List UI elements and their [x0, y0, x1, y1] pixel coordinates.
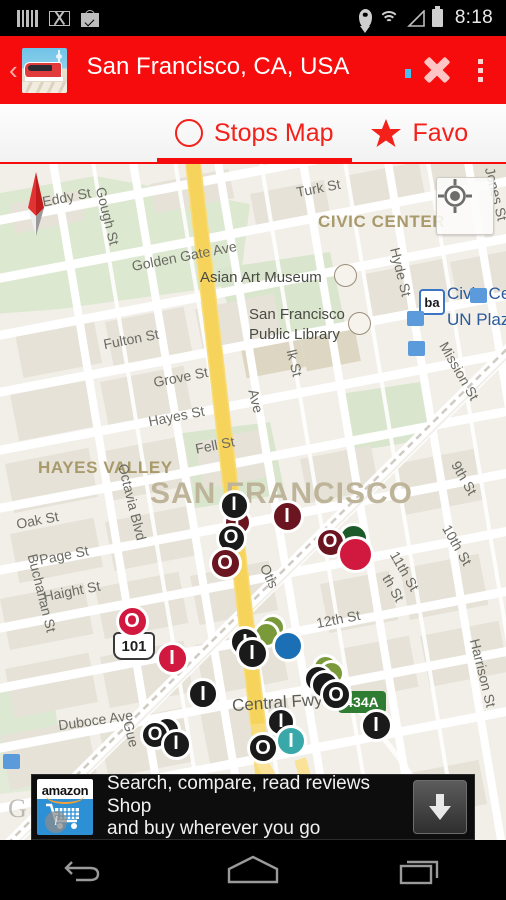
ad-text-line2: and buy wherever you go — [107, 818, 321, 840]
google-watermark: G — [8, 794, 27, 823]
stops-map[interactable]: Eddy St Gough St Golden Gate Ave Turk St… — [0, 164, 506, 840]
map-stop-marker-label: O — [328, 683, 344, 706]
tram-app-icon — [21, 47, 67, 93]
map-stop-marker[interactable]: I — [359, 708, 393, 742]
ad-info-badge[interactable]: i — [45, 811, 67, 833]
my-location-button[interactable] — [436, 177, 494, 235]
transit-stop-icon — [407, 311, 424, 326]
map-stop-marker-label: I — [231, 494, 237, 515]
map-stop-marker[interactable]: I — [155, 641, 189, 675]
amazon-app-icon: amazon i — [37, 779, 93, 835]
clear-search-icon[interactable] — [414, 47, 460, 93]
status-system-icons: 8:18 — [358, 6, 506, 29]
ad-text-line1: Search, compare, read reviews Shop — [107, 773, 370, 817]
tab-bar: Stops Map Favo — [0, 104, 506, 164]
map-stop-marker[interactable]: I — [235, 636, 269, 670]
transit-stop-icon — [3, 754, 20, 769]
back-button[interactable] — [42, 845, 126, 895]
map-stop-marker[interactable]: O — [208, 546, 242, 580]
search-field-wrapper — [82, 53, 408, 87]
map-stop-marker-label: I — [173, 733, 179, 754]
map-stop-marker[interactable]: I — [160, 728, 192, 760]
map-stop-marker-label: I — [249, 641, 255, 664]
map-stop-marker-label: O — [223, 527, 239, 548]
gmail-icon — [48, 10, 70, 26]
compass-needle[interactable] — [24, 172, 46, 236]
barcode-icon — [17, 9, 38, 27]
recents-button[interactable] — [380, 845, 464, 895]
star-icon — [370, 118, 402, 148]
app-bar: ‹ — [0, 36, 506, 104]
map-stop-marker[interactable]: I — [218, 489, 250, 521]
map-stop-marker-label: O — [217, 551, 233, 574]
ad-text: Search, compare, read reviews Shop and b… — [107, 773, 413, 840]
circle-icon — [175, 119, 203, 147]
map-stop-marker-label: I — [373, 713, 379, 736]
map-stop-marker[interactable]: I — [270, 499, 304, 533]
shopping-bag-check-icon — [80, 9, 99, 27]
location-pin-icon — [358, 8, 372, 28]
map-stop-marker[interactable] — [336, 535, 374, 573]
signal-icon — [406, 9, 425, 27]
map-stop-marker[interactable]: O — [320, 679, 352, 711]
status-bar: 8:18 — [0, 0, 506, 36]
search-input[interactable] — [82, 53, 408, 87]
map-stop-marker-label: O — [322, 531, 338, 552]
tab-stops-map-label: Stops Map — [214, 118, 334, 147]
map-stop-marker[interactable] — [272, 630, 304, 662]
map-stop-marker[interactable]: I — [187, 678, 219, 710]
ad-download-button[interactable] — [413, 780, 467, 834]
status-clock: 8:18 — [454, 7, 493, 28]
map-stop-marker-label: O — [255, 736, 271, 759]
back-chevron-icon[interactable]: ‹ — [0, 57, 22, 83]
tab-stops-map[interactable]: Stops Map — [157, 104, 352, 164]
transit-stop-icon — [470, 288, 487, 303]
tab-favorites-label: Favo — [412, 118, 469, 147]
map-stop-marker[interactable]: O — [115, 604, 149, 638]
map-stop-marker-label: I — [288, 729, 294, 752]
museum-poi-icon — [334, 264, 357, 287]
transit-stop-icon — [408, 341, 425, 356]
ad-banner[interactable]: amazon i Search, compare, read reviews S… — [31, 773, 475, 840]
library-poi-icon — [348, 312, 371, 335]
battery-icon — [431, 6, 443, 27]
map-stop-marker-label: I — [169, 646, 175, 669]
status-notification-icons — [0, 9, 99, 27]
download-arrow-icon — [429, 794, 451, 820]
overflow-menu-icon[interactable] — [460, 47, 500, 93]
map-stop-marker[interactable]: I — [275, 725, 307, 757]
tab-favorites[interactable]: Favo — [352, 104, 487, 162]
phone-screen: 8:18 ‹ Stops Map Favo — [0, 0, 506, 900]
map-stop-marker[interactable]: O — [247, 732, 279, 764]
home-button[interactable] — [211, 845, 295, 895]
wifi-icon — [378, 10, 400, 26]
map-stop-marker-label: I — [284, 504, 290, 527]
map-stop-marker-label: I — [200, 682, 206, 705]
android-nav-bar — [0, 840, 506, 900]
map-stop-marker-label: O — [124, 609, 140, 632]
